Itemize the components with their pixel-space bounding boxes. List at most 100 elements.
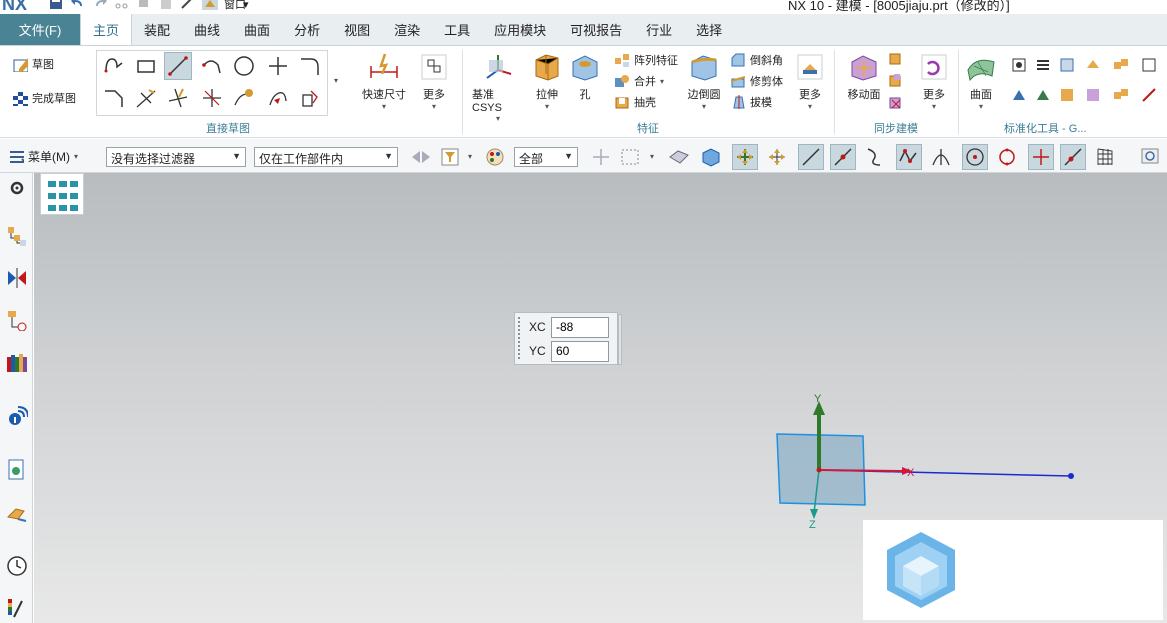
line-end-point[interactable] [1068,473,1074,479]
filter-icon[interactable] [438,144,464,170]
assembly-navigator-icon[interactable] [6,225,28,247]
snap-end-point-icon[interactable] [732,144,758,170]
offset-region-icon[interactable] [886,70,906,90]
fillet-icon[interactable] [296,52,324,80]
std-tool-12-icon[interactable] [1138,84,1160,106]
color-filter-icon[interactable] [482,144,508,170]
chamfer-sketch-icon[interactable] [100,84,128,112]
draft-button[interactable]: 拔模 [730,94,772,110]
delete-face-icon[interactable] [886,92,906,112]
quick-trim-icon[interactable] [132,84,160,112]
type-filter-select[interactable]: 没有选择过滤器 ▼ [106,147,246,167]
tab-home[interactable]: 主页 [80,14,133,45]
command-finder-icon[interactable] [180,0,196,10]
history-document-icon[interactable] [6,459,28,481]
tab-render[interactable]: 渲染 [382,14,432,45]
paste-icon[interactable] [158,0,174,10]
std-tool-1-icon[interactable] [1008,54,1030,76]
undo-icon[interactable] [70,0,86,10]
tab-selection[interactable]: 选择 [684,14,734,45]
layer-filter-select[interactable]: 全部 ▼ [514,147,578,167]
arc-icon[interactable] [198,52,226,80]
edge-blend-button[interactable]: 边倒圆 ▾ [684,52,724,111]
tab-surface[interactable]: 曲面 [232,14,282,45]
offset-curve-icon[interactable] [230,84,258,112]
snap-grid-icon[interactable] [1092,144,1118,170]
sketch-tools-more-icon[interactable]: ▾ [334,76,338,85]
pattern-feature-button[interactable]: 阵列特征 [614,52,678,68]
tab-analysis[interactable]: 分析 [282,14,332,45]
tab-curve[interactable]: 曲线 [182,14,232,45]
history-clock-icon[interactable] [6,555,28,577]
tab-assembly[interactable]: 装配 [132,14,182,45]
snap-control-point-icon[interactable] [896,144,922,170]
std-tool-9-icon[interactable] [1056,84,1078,106]
surface-button[interactable]: 曲面 ▾ [964,52,998,111]
trim-body-button[interactable]: 修剪体 [730,73,783,89]
sync-more-button[interactable]: 更多 ▾ [916,52,952,111]
std-tool-8-icon[interactable] [1032,84,1054,106]
hole-button[interactable]: 孔 [570,52,600,102]
cut-icon[interactable] [114,0,130,10]
select-feature-icon[interactable] [698,144,724,170]
quick-extend-icon[interactable] [164,84,192,112]
part-navigator-icon[interactable] [6,309,28,331]
snap-arc-center-icon[interactable] [962,144,988,170]
std-tool-3-icon[interactable] [1056,54,1078,76]
quick-dimension-button[interactable]: 快速尺寸 ▾ [360,52,408,111]
profile-icon[interactable] [100,52,128,80]
snap-point-icon[interactable] [588,144,614,170]
mirror-curve-icon[interactable] [296,84,324,112]
window-menu-icon[interactable]: 窗口 ▾ [224,0,284,11]
visualization-palette-icon[interactable] [6,597,28,619]
std-tool-6-icon[interactable] [1138,54,1160,76]
rectangle-icon[interactable] [132,52,160,80]
snap-mid-point-icon[interactable] [764,144,790,170]
sketch-more-button[interactable]: 更多 ▾ [416,52,452,111]
std-tool-5-icon[interactable] [1110,54,1132,76]
chamfer-button[interactable]: 倒斜角 [730,52,783,68]
pull-face-icon[interactable] [886,48,906,68]
save-icon[interactable] [48,0,64,10]
tab-industry[interactable]: 行业 [634,14,684,45]
snap-line-icon[interactable] [798,144,824,170]
info-broadcast-icon[interactable] [6,405,28,427]
make-corner-icon[interactable] [198,84,226,112]
copy-icon[interactable] [136,0,152,10]
extrude-button[interactable]: 拉伸 ▾ [530,52,564,111]
std-tool-2-icon[interactable] [1032,54,1054,76]
select-body-icon[interactable] [666,144,692,170]
tab-application[interactable]: 应用模块 [482,14,558,45]
point-icon[interactable] [264,52,292,80]
reuse-library-icon[interactable] [6,351,28,373]
zoom-icon[interactable] [1138,144,1164,170]
std-tool-4-icon[interactable] [1082,54,1104,76]
rectangle-select-icon[interactable] [618,144,644,170]
general-selection-icon[interactable] [408,144,434,170]
csys-origin[interactable] [816,467,822,473]
sketch-button[interactable]: 草图 [12,56,54,72]
tab-view[interactable]: 视图 [332,14,382,45]
std-tool-11-icon[interactable] [1110,84,1132,106]
snap-point-on-curve-icon[interactable] [1060,144,1086,170]
graphics-window[interactable]: XC YC X Y Z [34,173,1167,623]
line-icon[interactable] [164,52,192,80]
constraint-navigator-icon[interactable] [6,267,28,289]
std-tool-10-icon[interactable] [1082,84,1104,106]
unite-button[interactable]: 合并 ▾ [614,73,664,89]
move-face-button[interactable]: 移动面 [842,52,886,102]
main-menu-button[interactable]: 菜单(M) ▾ [8,148,78,165]
circle-icon[interactable] [230,52,258,80]
snap-quadrant-icon[interactable] [994,144,1020,170]
touch-mode-icon[interactable] [202,0,218,10]
snap-line-point-icon[interactable] [830,144,856,170]
redo-icon[interactable] [92,0,108,10]
snap-intersection-icon[interactable] [928,144,954,170]
shell-button[interactable]: 抽壳 [614,94,656,110]
tab-visual-report[interactable]: 可视报告 [558,14,634,45]
snap-curve-icon[interactable] [862,144,888,170]
gear-icon[interactable] [6,177,28,199]
selection-scope-select[interactable]: 仅在工作部件内 ▼ [254,147,398,167]
pattern-curve-icon[interactable] [264,84,292,112]
feature-more-button[interactable]: 更多 ▾ [792,52,828,111]
